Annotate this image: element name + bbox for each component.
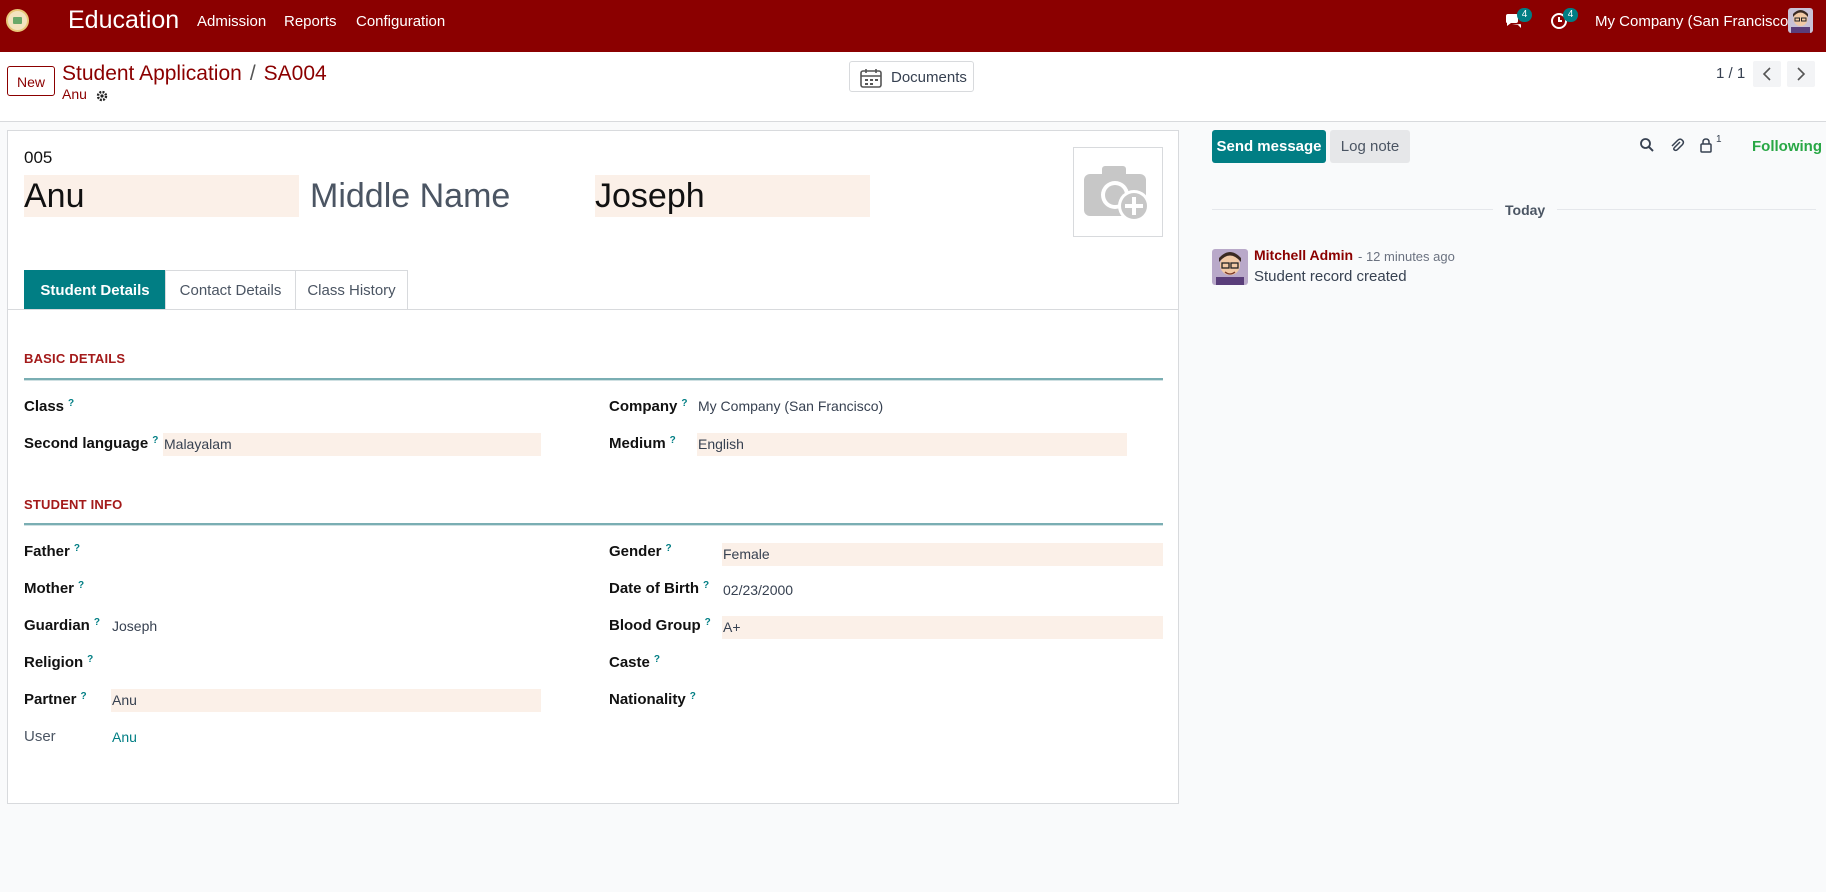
home-menu-icon[interactable] [6, 9, 29, 32]
help-tooltip-icon[interactable]: ? [690, 691, 696, 702]
father-label: Father? [24, 543, 80, 560]
messages-icon[interactable]: 4 [1504, 8, 1532, 32]
menu-configuration[interactable]: Configuration [356, 13, 445, 30]
user-avatar[interactable] [1788, 8, 1813, 33]
activities-badge: 4 [1563, 8, 1578, 22]
company-label: Company? [609, 398, 688, 415]
user-link[interactable]: Anu [111, 726, 311, 749]
menu-reports[interactable]: Reports [284, 13, 337, 30]
help-tooltip-icon[interactable]: ? [654, 654, 660, 665]
help-tooltip-icon[interactable]: ? [87, 654, 93, 665]
guardian-field[interactable]: Joseph [111, 615, 541, 638]
blood-group-label: Blood Group? [609, 617, 711, 634]
nationality-label: Nationality? [609, 691, 696, 708]
tab-class-history[interactable]: Class History [295, 270, 408, 309]
documents-button[interactable]: Documents [849, 61, 974, 92]
breadcrumb: Student Application / SA004 [62, 62, 327, 86]
help-tooltip-icon[interactable]: ? [81, 691, 87, 702]
calendar-icon [860, 69, 882, 88]
message-author[interactable]: Mitchell Admin [1254, 247, 1353, 263]
partner-label: Partner? [24, 691, 87, 708]
user-label: User [24, 728, 56, 745]
help-tooltip-icon[interactable]: ? [68, 398, 74, 409]
record-subtitle: Anu [62, 86, 87, 102]
breadcrumb-current: SA004 [263, 62, 327, 85]
second-language-field[interactable]: Malayalam [163, 433, 541, 456]
guardian-label: Guardian? [24, 617, 100, 634]
section-divider [24, 523, 1163, 526]
help-tooltip-icon[interactable]: ? [666, 543, 672, 554]
camera-add-icon [1084, 166, 1150, 222]
gear-icon[interactable] [96, 89, 108, 102]
caste-label: Caste? [609, 654, 660, 671]
gender-label: Gender? [609, 543, 672, 560]
activity-clock-icon[interactable]: 4 [1550, 8, 1578, 32]
menu-admission[interactable]: Admission [197, 13, 266, 30]
search-icon[interactable] [1639, 137, 1655, 157]
basic-details-title: BASIC DETAILS [24, 351, 126, 366]
message-author-avatar[interactable] [1212, 249, 1248, 285]
second-language-label: Second language? [24, 435, 159, 452]
breadcrumb-parent[interactable]: Student Application [62, 62, 242, 85]
chatter-panel: Send message Log note [1200, 121, 1826, 892]
log-note-button[interactable]: Log note [1330, 130, 1410, 163]
help-tooltip-icon[interactable]: ? [703, 580, 709, 591]
message-timestamp: - 12 minutes ago [1358, 249, 1455, 264]
followers-lock-icon[interactable] [1699, 137, 1713, 157]
company-field[interactable]: My Company (San Francisco) [697, 395, 1047, 418]
top-navbar: Education Admission Reports Configuratio… [0, 0, 1826, 52]
medium-field[interactable]: English [697, 433, 1127, 456]
date-of-birth-label: Date of Birth? [609, 580, 710, 597]
pager-value[interactable]: 1 / 1 [1716, 65, 1745, 82]
help-tooltip-icon[interactable]: ? [705, 617, 711, 628]
breadcrumb-separator: / [249, 62, 256, 85]
first-name-field[interactable]: Anu [24, 175, 299, 217]
date-separator: Today [1493, 202, 1558, 218]
new-button[interactable]: New [7, 66, 55, 96]
messages-badge: 4 [1517, 8, 1532, 22]
help-tooltip-icon[interactable]: ? [670, 435, 676, 446]
mother-label: Mother? [24, 580, 85, 597]
religion-label: Religion? [24, 654, 94, 671]
help-tooltip-icon[interactable]: ? [78, 580, 84, 591]
form-sheet: 005 Anu Middle Name Joseph Student Detai… [7, 130, 1179, 804]
middle-name-field[interactable]: Middle Name [310, 175, 585, 217]
tab-divider [8, 309, 1178, 310]
section-divider [24, 378, 1163, 381]
paperclip-icon[interactable] [1669, 137, 1685, 157]
last-name-field[interactable]: Joseph [595, 175, 870, 217]
partner-field[interactable]: Anu [111, 689, 541, 712]
tab-contact-details[interactable]: Contact Details [165, 270, 296, 309]
help-tooltip-icon[interactable]: ? [152, 435, 158, 446]
medium-label: Medium? [609, 435, 676, 452]
gender-field[interactable]: Female [722, 543, 1163, 566]
chevron-right-icon [1797, 67, 1806, 81]
date-of-birth-field[interactable]: 02/23/2000 [722, 579, 1163, 602]
student-photo[interactable] [1073, 147, 1163, 237]
help-tooltip-icon[interactable]: ? [681, 398, 687, 409]
following-button[interactable]: Following [1752, 138, 1822, 155]
blood-group-field[interactable]: A+ [722, 616, 1163, 639]
documents-label: Documents [891, 69, 967, 86]
application-reference: 005 [24, 148, 53, 167]
chevron-left-icon [1762, 67, 1771, 81]
send-message-button[interactable]: Send message [1212, 130, 1326, 163]
help-tooltip-icon[interactable]: ? [74, 543, 80, 554]
pager-previous-button[interactable] [1753, 61, 1781, 87]
control-panel: New Student Application / SA004 Anu Docume… [0, 52, 1826, 122]
followers-count: 1 [1716, 134, 1722, 145]
class-label: Class? [24, 398, 75, 415]
pager-next-button[interactable] [1787, 61, 1815, 87]
company-switcher[interactable]: My Company (San Francisco) [1595, 13, 1793, 30]
student-info-title: STUDENT INFO [24, 497, 123, 512]
app-title[interactable]: Education [68, 6, 179, 35]
message-body: Student record created [1254, 268, 1407, 285]
tab-student-details[interactable]: Student Details [24, 270, 166, 309]
help-tooltip-icon[interactable]: ? [94, 617, 100, 628]
